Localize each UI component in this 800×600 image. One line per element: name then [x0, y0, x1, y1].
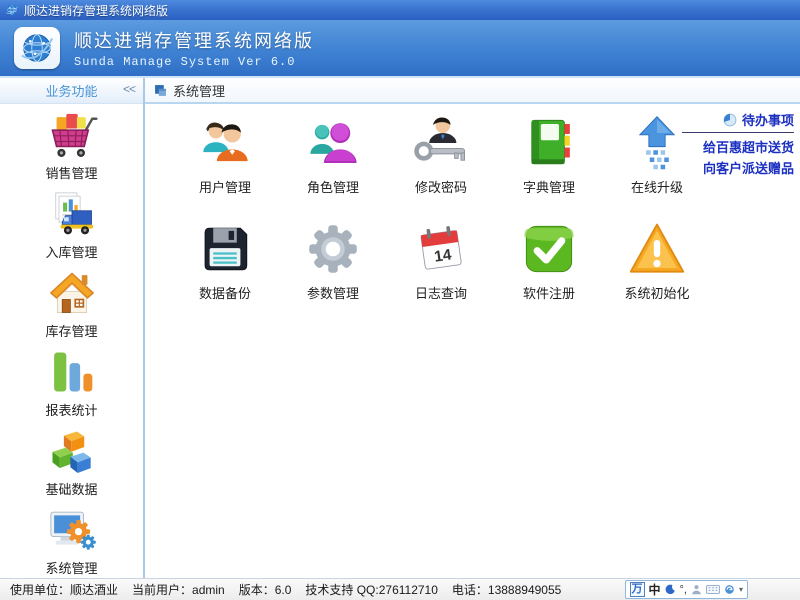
status-current-user: 当前用户：admin	[132, 581, 225, 598]
pie-chart-icon	[723, 113, 737, 127]
sidebar-item-reports[interactable]: 报表统计	[0, 346, 143, 420]
module-data-backup[interactable]: 数据备份	[171, 220, 279, 302]
module-user-management[interactable]: 用户管理	[171, 114, 279, 196]
status-company: 使用单位：顺达酒业	[10, 581, 118, 598]
upload-arrow-icon	[628, 114, 686, 172]
todo-title-row: 待办事项	[682, 110, 794, 133]
ime-toolbar: 万 中 °, ▾	[625, 580, 749, 599]
sidebar-item-label: 入库管理	[45, 242, 97, 261]
module-log-query[interactable]: 14 日志查询	[387, 220, 495, 302]
sidebar-title: 业务功能	[45, 81, 97, 100]
sidebar-item-sales[interactable]: 销售管理	[0, 109, 143, 183]
users-icon	[196, 114, 254, 172]
tab-system-management[interactable]: 系统管理	[173, 81, 225, 100]
sidebar-collapse-button[interactable]: <<	[123, 82, 135, 96]
house-icon	[46, 267, 98, 319]
todo-link-gifts[interactable]: 向客户派送赠品	[682, 158, 794, 179]
title-bar: 顺达进销存管理系统网络版	[0, 0, 800, 20]
module-label: 参数管理	[307, 283, 359, 302]
globe-logo-icon	[18, 29, 56, 67]
module-label: 软件注册	[523, 283, 575, 302]
bar-chart-icon	[46, 346, 98, 398]
computer-gear-icon	[46, 504, 98, 556]
module-system-initialization[interactable]: 系统初始化	[603, 220, 711, 302]
calendar-day: 14	[433, 246, 453, 265]
ime-keyboard-icon[interactable]	[706, 584, 720, 595]
module-label: 修改密码	[415, 177, 467, 196]
sidebar-item-system[interactable]: 系统管理	[0, 504, 143, 578]
module-row-2: 数据备份 参数管理	[145, 220, 800, 302]
todo-link-delivery[interactable]: 给百惠超市送货	[682, 137, 794, 158]
app-body: 业务功能 << 销售管理	[0, 78, 800, 578]
ime-fullwidth-moon-icon[interactable]	[665, 584, 676, 595]
sidebar-item-label: 系统管理	[45, 558, 97, 577]
window-title: 顺达进销存管理系统网络版	[24, 2, 168, 19]
cart-icon	[46, 109, 98, 161]
ime-user-icon[interactable]	[691, 584, 702, 595]
green-book-icon	[520, 114, 578, 172]
status-bar: 使用单位：顺达酒业 当前用户：admin 版本：6.0 技术支持 QQ:2761…	[0, 578, 800, 600]
module-change-password[interactable]: 修改密码	[387, 114, 495, 196]
calendar-icon: 14	[412, 220, 470, 278]
app-header: 顺达进销存管理系统网络版 Sunda Manage System Ver 6.0	[0, 20, 800, 78]
ime-toolbox-icon[interactable]	[724, 584, 735, 595]
check-icon	[520, 220, 578, 278]
module-label: 在线升级	[631, 177, 683, 196]
sidebar-item-label: 基础数据	[45, 479, 97, 498]
ime-logo-button[interactable]: 万	[630, 582, 645, 597]
tab-bar: 系统管理	[145, 78, 800, 104]
tab-window-icon	[154, 84, 167, 97]
roles-icon	[304, 114, 362, 172]
app-subtitle: Sunda Manage System Ver 6.0	[74, 55, 314, 69]
ime-dropdown-caret[interactable]: ▾	[739, 585, 743, 594]
gear-icon	[304, 220, 362, 278]
sidebar-item-basedata[interactable]: 基础数据	[0, 425, 143, 499]
blocks-icon	[46, 425, 98, 477]
sidebar-item-inbound[interactable]: 入库管理	[0, 188, 143, 262]
person-key-icon	[412, 114, 470, 172]
module-label: 角色管理	[307, 177, 359, 196]
todo-panel: 待办事项 给百惠超市送货 向客户派送赠品	[682, 110, 794, 179]
sidebar-item-inventory[interactable]: 库存管理	[0, 267, 143, 341]
app-logo	[14, 27, 60, 69]
module-software-registration[interactable]: 软件注册	[495, 220, 603, 302]
todo-title: 待办事项	[742, 110, 794, 129]
module-label: 日志查询	[415, 283, 467, 302]
sidebar-item-label: 报表统计	[45, 400, 97, 419]
module-role-management[interactable]: 角色管理	[279, 114, 387, 196]
sidebar-header: 业务功能 <<	[0, 78, 143, 104]
module-label: 数据备份	[199, 283, 251, 302]
ime-language-mode-button[interactable]: 中	[649, 581, 661, 598]
module-label: 系统初始化	[624, 283, 689, 302]
status-support-qq: 技术支持 QQ:276112710	[305, 581, 438, 598]
main-panel: 系统管理	[145, 78, 800, 578]
module-parameter-management[interactable]: 参数管理	[279, 220, 387, 302]
truck-icon	[46, 188, 98, 240]
app-window: 顺达进销存管理系统网络版 顺达进销存管理系统网络版 Sunda Manage S…	[0, 0, 800, 600]
module-label: 用户管理	[199, 177, 251, 196]
content-area: 用户管理	[145, 104, 800, 578]
module-label: 字典管理	[523, 177, 575, 196]
sidebar-item-label: 库存管理	[45, 321, 97, 340]
status-phone: 电话：13888949055	[452, 581, 561, 598]
status-version: 版本：6.0	[239, 581, 292, 598]
header-titles: 顺达进销存管理系统网络版 Sunda Manage System Ver 6.0	[74, 27, 314, 69]
warning-icon	[628, 220, 686, 278]
module-dictionary-management[interactable]: 字典管理	[495, 114, 603, 196]
sidebar: 业务功能 << 销售管理	[0, 78, 145, 578]
floppy-icon	[196, 220, 254, 278]
app-title: 顺达进销存管理系统网络版	[74, 27, 314, 53]
app-globe-icon	[5, 3, 19, 17]
ime-punctuation-button[interactable]: °,	[680, 584, 687, 596]
sidebar-item-label: 销售管理	[45, 163, 97, 182]
